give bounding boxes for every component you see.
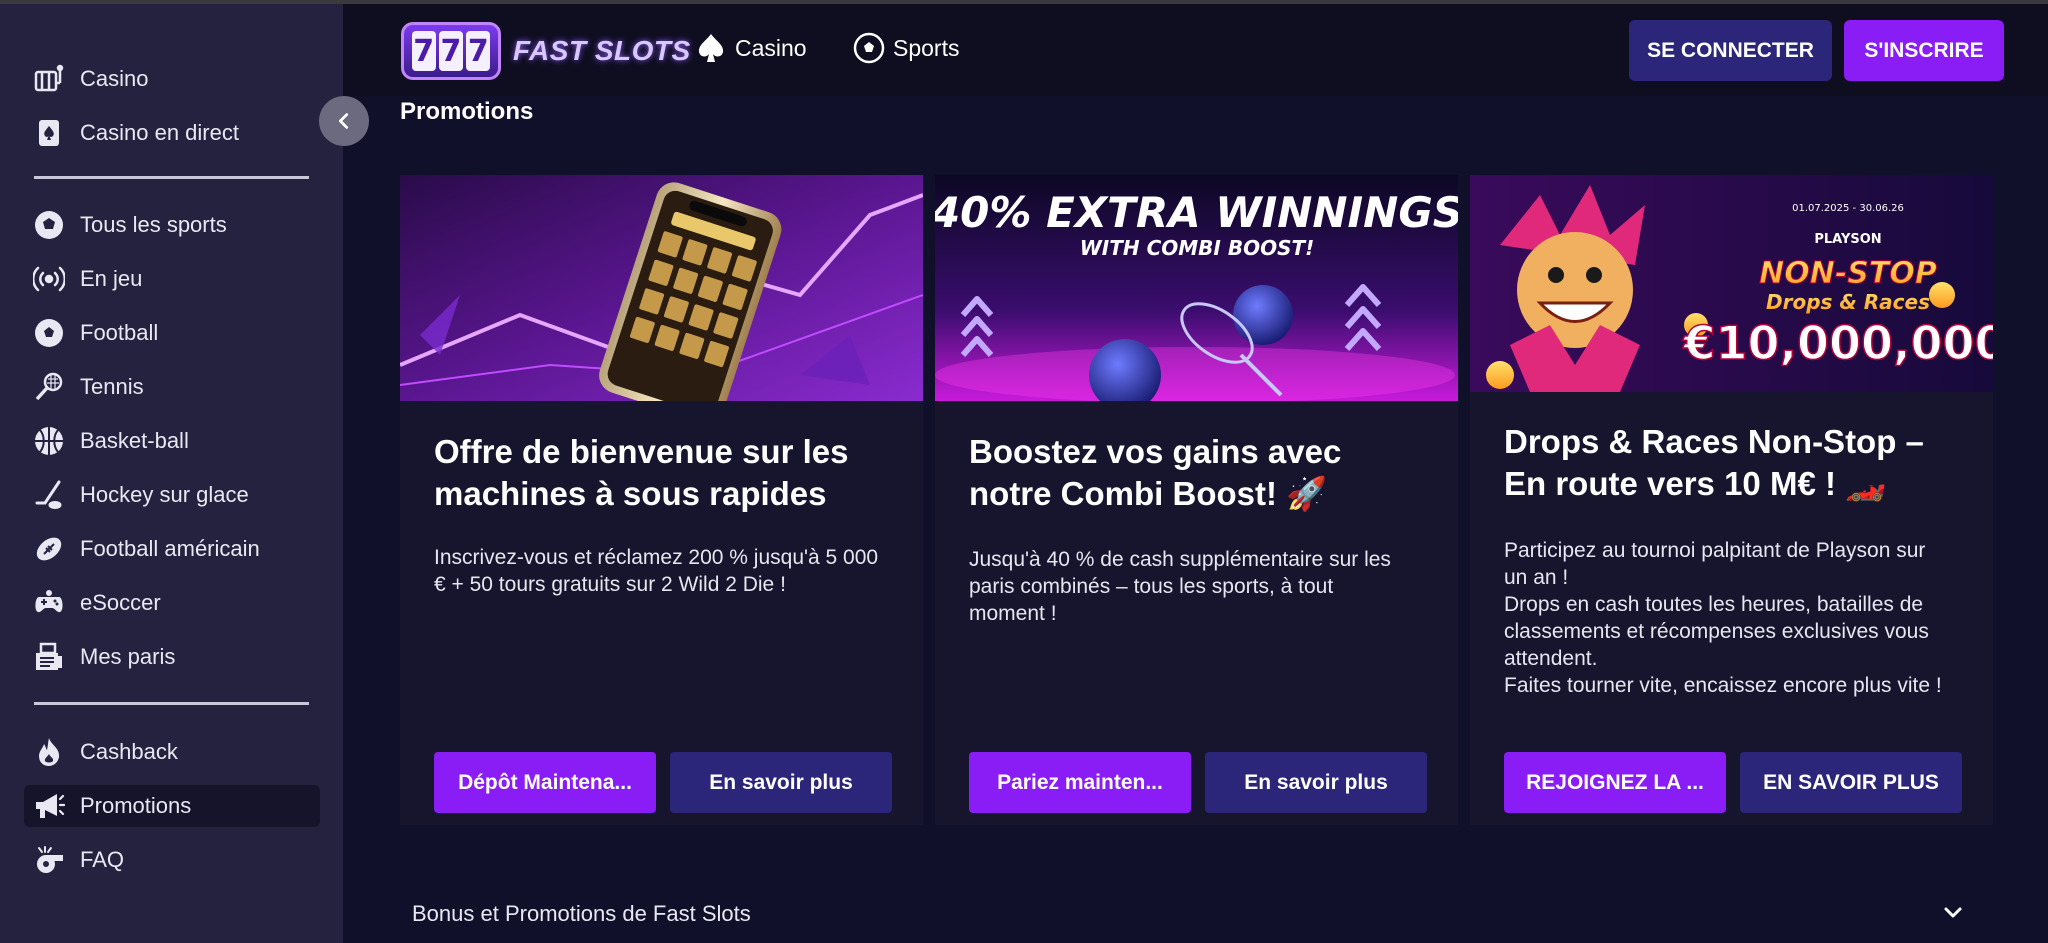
sidebar-item-hockey[interactable]: Hockey sur glace: [24, 474, 320, 516]
sidebar-item-mes-paris[interactable]: Mes paris: [24, 636, 320, 678]
promo-description: Jusqu'à 40 % de cash supplémentaire sur …: [969, 548, 1391, 625]
sidebar-item-football-americain[interactable]: Football américain: [24, 528, 320, 570]
card-spade-icon: [32, 116, 66, 150]
all-sports-icon: [32, 208, 66, 242]
top-header: 7 7 7 FAST SLOTS Casino Sports SE CONNEC…: [343, 4, 2048, 96]
promo-card-combi-boost: 40% EXTRA WINNINGS WITH COMBI BOOST! Boo…: [935, 175, 1458, 825]
gamepad-icon: [32, 586, 66, 620]
promo-description: Participez au tournoi palpitant de Plays…: [1504, 539, 1942, 697]
soccer-ball-icon: [853, 32, 885, 64]
sidebar-item-basket-ball[interactable]: Basket-ball: [24, 420, 320, 462]
sidebar-item-football[interactable]: Football: [24, 312, 320, 354]
logo-reel: 7: [466, 31, 491, 71]
sidebar-item-label: Football: [80, 320, 159, 345]
megaphone-icon: [32, 789, 66, 823]
header-link-sports[interactable]: Sports: [853, 32, 959, 64]
banner-brand: PLAYSON: [1814, 232, 1881, 247]
live-broadcast-icon: [32, 262, 66, 296]
promo-banner-image[interactable]: 40% EXTRA WINNINGS WITH COMBI BOOST!: [935, 175, 1458, 401]
sidebar-collapse-button[interactable]: [319, 96, 369, 146]
login-button[interactable]: SE CONNECTER: [1629, 20, 1832, 81]
sidebar-item-label: Football américain: [80, 536, 260, 561]
sidebar-item-faq[interactable]: FAQ: [24, 839, 320, 881]
promo-description: Inscrivez-vous et réclamez 200 % jusqu'à…: [434, 546, 879, 596]
promo-title: Drops & Races Non-Stop – En route vers 1…: [1504, 423, 1924, 502]
sidebar-item-en-jeu[interactable]: En jeu: [24, 258, 320, 300]
sidebar: Casino Casino en direct Tous les sports …: [0, 4, 343, 943]
sidebar-item-label: En jeu: [80, 266, 143, 291]
header-link-label: Sports: [893, 34, 960, 61]
sidebar-item-casino[interactable]: Casino: [24, 58, 320, 100]
bet-slip-icon: [32, 640, 66, 674]
accordion-label: Bonus et Promotions de Fast Slots: [412, 901, 751, 926]
slot-machine-icon: [32, 62, 66, 96]
american-football-icon: [32, 532, 66, 566]
promo-card-drops-races: 01.07.2025 - 30.06.26 PLAYSON NON-STOP D…: [1470, 175, 1993, 825]
banner-headline: NON-STOP: [1759, 256, 1937, 291]
combi-boost-banner-image: 40% EXTRA WINNINGS WITH COMBI BOOST!: [935, 175, 1458, 401]
sidebar-divider: [34, 702, 309, 705]
sidebar-item-esoccer[interactable]: eSoccer: [24, 582, 320, 624]
sidebar-item-label: Promotions: [80, 793, 192, 818]
learn-more-button[interactable]: EN SAVOIR PLUS: [1740, 752, 1962, 813]
sidebar-divider: [34, 176, 309, 179]
sidebar-item-label: Tennis: [80, 374, 144, 399]
sidebar-item-casino-en-direct[interactable]: Casino en direct: [24, 112, 320, 154]
sidebar-item-label: Basket-ball: [80, 428, 189, 453]
learn-more-button[interactable]: En savoir plus: [670, 752, 892, 813]
promo-card-welcome: Offre de bienvenue sur les machines à so…: [400, 175, 923, 825]
header-link-label: Casino: [735, 34, 807, 61]
hockey-icon: [32, 478, 66, 512]
sidebar-item-tennis[interactable]: Tennis: [24, 366, 320, 408]
promo-title: Offre de bienvenue sur les machines à so…: [434, 433, 849, 512]
sidebar-item-label: Mes paris: [80, 644, 176, 669]
header-link-casino[interactable]: Casino: [695, 32, 807, 64]
banner-subline: Drops & Races: [1766, 290, 1930, 314]
logo-reel: 7: [411, 31, 436, 71]
chevron-left-icon: [338, 113, 349, 129]
sidebar-item-label: Casino: [80, 66, 149, 91]
slot-phone-banner-image: [400, 175, 923, 401]
sidebar-item-label: FAQ: [80, 847, 125, 872]
drops-races-banner-image: 01.07.2025 - 30.06.26 PLAYSON NON-STOP D…: [1470, 175, 1993, 392]
logo-reel: 7: [438, 31, 463, 71]
logo-reels-icon: 7 7 7: [401, 22, 501, 80]
fast-slots-logo[interactable]: 7 7 7 FAST SLOTS: [401, 22, 691, 80]
sidebar-item-label: Casino en direct: [80, 120, 239, 145]
tennis-icon: [32, 370, 66, 404]
sidebar-item-label: Hockey sur glace: [80, 482, 249, 507]
banner-amount: €10,000,000: [1682, 316, 1993, 370]
learn-more-button[interactable]: En savoir plus: [1205, 752, 1427, 813]
football-icon: [32, 316, 66, 350]
promo-banner-image[interactable]: 01.07.2025 - 30.06.26 PLAYSON NON-STOP D…: [1470, 175, 1993, 392]
chevron-down-icon: [1944, 907, 1962, 918]
banner-dates: 01.07.2025 - 30.06.26: [1792, 203, 1904, 214]
sidebar-item-label: eSoccer: [80, 590, 161, 615]
logo-text: FAST SLOTS: [513, 35, 691, 66]
page-title: Promotions: [400, 98, 534, 125]
basketball-icon: [32, 424, 66, 458]
sidebar-item-tous-les-sports[interactable]: Tous les sports: [24, 204, 320, 246]
bet-now-button[interactable]: Pariez mainten...: [969, 752, 1191, 813]
signup-button[interactable]: S'INSCRIRE: [1844, 20, 2004, 81]
flame-icon: [32, 735, 66, 769]
promo-banner-image[interactable]: [400, 175, 923, 401]
sidebar-item-label: Tous les sports: [80, 212, 227, 237]
spade-icon: [698, 34, 724, 62]
join-tournament-button[interactable]: REJOIGNEZ LA ...: [1504, 752, 1726, 813]
banner-headline: 40% EXTRA WINNINGS: [935, 188, 1458, 237]
banner-subline: WITH COMBI BOOST!: [1080, 236, 1315, 260]
sidebar-item-cashback[interactable]: Cashback: [24, 731, 320, 773]
deposit-now-button[interactable]: Dépôt Maintena...: [434, 752, 656, 813]
promo-title: Boostez vos gains avec notre Combi Boost…: [969, 433, 1342, 512]
sidebar-item-label: Cashback: [80, 739, 178, 764]
bonus-promotions-accordion[interactable]: Bonus et Promotions de Fast Slots: [400, 885, 1995, 943]
whistle-icon: [32, 843, 66, 877]
sidebar-item-promotions[interactable]: Promotions: [24, 785, 320, 827]
